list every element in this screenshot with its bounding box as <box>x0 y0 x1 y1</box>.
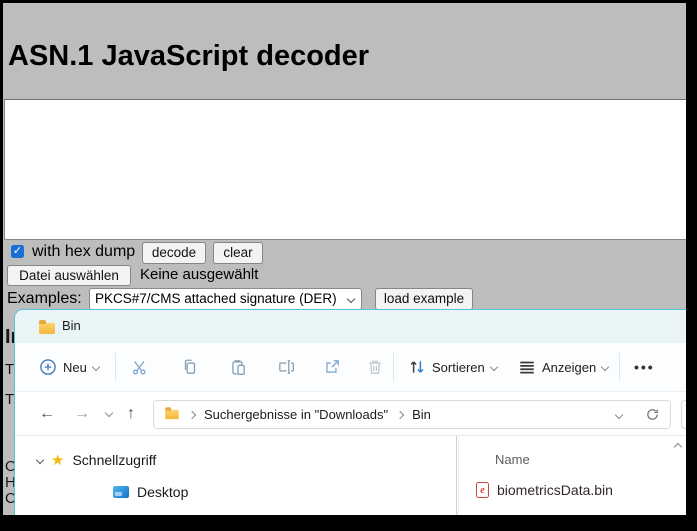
explorer-toolbar: Neu <box>15 343 686 391</box>
breadcrumb-search-results[interactable]: Suchergebnisse in "Downloads" <box>204 407 388 422</box>
page-title: ASN.1 JavaScript decoder <box>8 40 369 73</box>
clear-button[interactable]: clear <box>213 242 263 264</box>
choose-file-button[interactable]: Datei auswählen <box>7 265 131 286</box>
examples-select[interactable]: PKCS#7/CMS attached signature (DER) <box>89 288 362 310</box>
file-explorer-window: Bin Neu <box>14 309 686 515</box>
plus-circle-icon <box>39 358 57 376</box>
explorer-tab-bar: Bin <box>15 310 686 344</box>
examples-selected-option: PKCS#7/CMS attached signature (DER) <box>95 291 337 306</box>
browser-viewport: ASN.1 JavaScript decoder ✓ with hex dump… <box>3 3 686 515</box>
copy-icon[interactable] <box>181 358 199 376</box>
quick-access-label: Schnellzugriff <box>72 452 156 468</box>
share-icon[interactable] <box>323 358 341 376</box>
folder-icon <box>39 323 55 334</box>
breadcrumb-separator-icon <box>188 410 196 418</box>
address-bar[interactable]: Suchergebnisse in "Downloads" Bin <box>153 400 671 429</box>
desktop-label: Desktop <box>137 484 188 500</box>
chevron-down-icon <box>347 295 355 303</box>
chevron-down-icon <box>92 363 100 371</box>
up-icon[interactable]: ↑ <box>127 404 135 424</box>
pane-splitter[interactable] <box>456 436 457 515</box>
sidebar-item-quick-access[interactable]: ★ Schnellzugriff <box>37 452 156 468</box>
toolbar-divider <box>619 353 620 381</box>
hex-dump-row: ✓ with hex dump decode clear <box>3 242 686 266</box>
new-button[interactable]: Neu <box>39 343 99 391</box>
forward-icon[interactable]: → <box>74 404 90 424</box>
explorer-content: ★ Schnellzugriff Desktop Name e biometri… <box>15 435 686 515</box>
folder-icon <box>165 410 179 419</box>
search-box[interactable] <box>681 400 686 429</box>
bin-file-icon: e <box>476 482 489 498</box>
file-chosen-status: Keine ausgewählt <box>140 266 258 283</box>
more-options-button[interactable]: ••• <box>634 359 655 375</box>
file-name: biometricsData.bin <box>497 482 613 498</box>
cut-icon[interactable] <box>131 358 149 376</box>
rename-icon[interactable] <box>277 358 295 376</box>
sort-button-label: Sortieren <box>432 360 485 375</box>
toolbar-divider <box>115 353 116 381</box>
back-icon[interactable]: ← <box>39 404 55 424</box>
sidebar-item-desktop[interactable]: Desktop <box>113 484 188 500</box>
scroll-up-icon[interactable] <box>674 443 682 451</box>
file-picker-row: Datei auswählen Keine ausgewählt <box>3 265 686 287</box>
sort-button[interactable]: Sortieren <box>408 343 497 391</box>
history-chevron-icon[interactable] <box>105 409 113 417</box>
star-icon: ★ <box>51 453 64 468</box>
desktop-icon <box>113 486 129 498</box>
hex-dump-checkbox[interactable]: ✓ <box>11 245 24 258</box>
explorer-address-row: ← → ↑ Suchergebnisse in "Downloads" Bin <box>15 391 686 436</box>
explorer-tab-bin[interactable]: Bin <box>62 318 81 333</box>
delete-icon[interactable] <box>366 358 384 376</box>
hex-dump-label: with hex dump <box>32 243 135 261</box>
breadcrumb-separator-icon <box>396 410 404 418</box>
load-example-button[interactable]: load example <box>375 288 473 310</box>
new-button-label: Neu <box>63 360 87 375</box>
column-header-name[interactable]: Name <box>495 452 530 467</box>
view-lines-icon <box>518 358 536 376</box>
paste-icon[interactable] <box>229 358 247 376</box>
decode-button[interactable]: decode <box>142 242 206 264</box>
expander-chevron-icon[interactable] <box>36 456 44 464</box>
asn1-input-textarea[interactable] <box>4 99 686 240</box>
address-dropdown-icon[interactable] <box>615 410 623 418</box>
view-button[interactable]: Anzeigen <box>518 343 608 391</box>
chevron-down-icon <box>601 363 609 371</box>
file-row[interactable]: e biometricsData.bin <box>470 478 613 502</box>
toolbar-divider <box>393 353 394 381</box>
refresh-icon[interactable] <box>645 407 660 422</box>
view-button-label: Anzeigen <box>542 360 596 375</box>
chevron-down-icon <box>490 363 498 371</box>
examples-label: Examples: <box>7 290 82 308</box>
sort-arrows-icon <box>408 358 426 376</box>
breadcrumb-bin[interactable]: Bin <box>412 407 431 422</box>
